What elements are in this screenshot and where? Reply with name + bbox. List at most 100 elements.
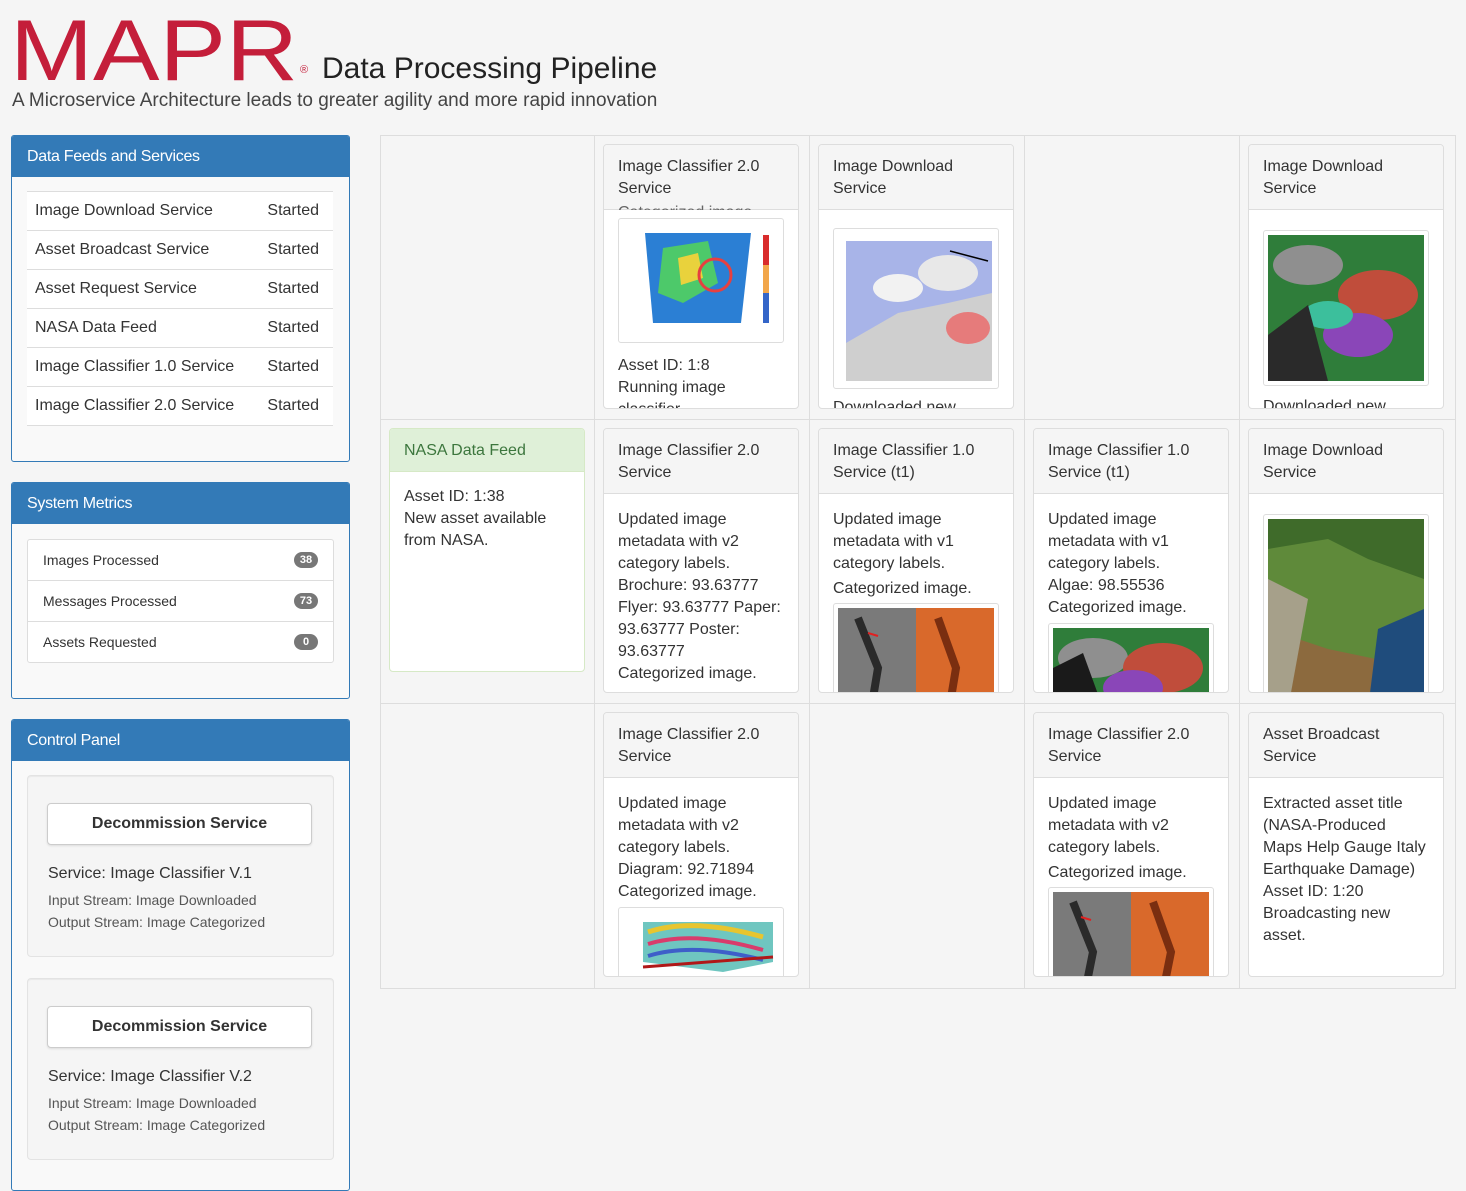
- table-row: NASA Data Feed Started: [27, 308, 333, 348]
- service-name: Image Classifier 1.0 Service: [27, 347, 256, 387]
- grid-divider: [381, 419, 1455, 420]
- feeds-panel: Data Feeds and Services Image Download S…: [11, 135, 350, 462]
- event-card-text: Updated image metadata with v2 category …: [618, 511, 739, 572]
- event-card-text: Updated image metadata with v1 category …: [1048, 511, 1169, 572]
- metric-label: Assets Requested: [43, 634, 157, 650]
- event-card-text: Brochure: 93.63777 Flyer: 93.63777 Paper…: [618, 577, 781, 660]
- service-control-well: Decommission Service Service: Image Clas…: [27, 775, 334, 957]
- metric-images-processed: Images Processed 38: [28, 540, 333, 580]
- service-status: Started: [255, 308, 333, 348]
- event-card-text: Broadcasting new asset.: [1263, 905, 1391, 944]
- event-card-title: Image Classifier 1.0 Service (t1): [1034, 429, 1228, 494]
- radar-thumbnail: [833, 603, 999, 692]
- metric-label: Messages Processed: [43, 593, 177, 609]
- metric-badge: 38: [294, 552, 318, 568]
- event-card[interactable]: Image Classifier 1.0 Service (t1) Update…: [1033, 428, 1229, 693]
- event-card-title: Image Download Service: [1249, 145, 1443, 210]
- satellite-thumbnail: [833, 228, 999, 389]
- terrain-thumbnail: [1048, 623, 1214, 692]
- event-card-text: Downloaded new: [1263, 398, 1386, 409]
- service-status: Started: [255, 386, 333, 426]
- map-thumbnail: [618, 218, 784, 343]
- page-tagline: A Microservice Architecture leads to gre…: [12, 90, 658, 111]
- logo-text: MAPR: [10, 14, 298, 84]
- metric-badge: 73: [294, 593, 318, 609]
- table-row: Asset Request Service Started: [27, 269, 333, 309]
- event-card[interactable]: NASA Data Feed Asset ID: 1:38 New asset …: [389, 428, 585, 672]
- event-card[interactable]: Image Classifier 1.0 Service (t1) Update…: [818, 428, 1014, 693]
- event-card-text: Asset ID: 1:38: [404, 488, 505, 505]
- event-card-title: Image Classifier 1.0 Service (t1): [819, 429, 1013, 494]
- radar-thumbnail: [1048, 887, 1214, 976]
- event-card-title: Image Download Service: [1249, 429, 1443, 494]
- pipeline-grid: Image Classifier 2.0 Service Categorized…: [380, 135, 1456, 989]
- event-card-text: Diagram: 92.71894: [618, 861, 755, 878]
- service-name: Asset Request Service: [27, 269, 256, 309]
- mapr-logo: MAPR: [10, 14, 300, 84]
- services-table: Image Download Service Started Asset Broa…: [27, 191, 333, 426]
- event-card[interactable]: Asset Broadcast Service Extracted asset …: [1248, 712, 1444, 977]
- event-card-text: Updated image metadata with v1 category …: [833, 511, 954, 572]
- event-card[interactable]: Image Classifier 2.0 Service Updated ima…: [603, 712, 799, 977]
- feeds-panel-heading: Data Feeds and Services: [12, 136, 349, 177]
- event-card-title: Image Classifier 2.0 Service: [604, 713, 798, 778]
- table-row: Image Download Service Started: [27, 191, 333, 231]
- event-card-text: Updated image metadata with v2 category …: [618, 795, 739, 856]
- terrain-thumbnail: [1263, 230, 1429, 386]
- event-card-text: Categorized image.: [618, 665, 757, 682]
- table-row: Image Classifier 1.0 Service Started: [27, 347, 333, 387]
- event-card[interactable]: Image Classifier 2.0 Service Updated ima…: [1033, 712, 1229, 977]
- output-stream-label: Output Stream: Image Categorized: [48, 914, 266, 930]
- grid-divider: [1239, 136, 1240, 988]
- event-card-text: Algae: 98.55536: [1048, 577, 1165, 594]
- event-card[interactable]: Image Download Service Downloaded new: [1248, 144, 1444, 409]
- page-title: Data Processing Pipeline: [322, 52, 658, 85]
- event-card-title: Asset Broadcast Service: [1249, 713, 1443, 778]
- service-name: Image Classifier 2.0 Service: [27, 386, 256, 426]
- grid-divider: [381, 703, 1455, 704]
- metrics-panel-heading: System Metrics: [12, 483, 349, 524]
- metrics-list: Images Processed 38 Messages Processed 73 …: [27, 539, 334, 663]
- event-card-text: Running image: [618, 379, 726, 396]
- input-stream-label: Input Stream: Image Downloaded: [48, 1095, 257, 1111]
- registered-mark: ®: [300, 64, 309, 76]
- event-card-text: Categorized image.: [618, 883, 757, 900]
- event-card[interactable]: Image Download Service Downloaded new: [818, 144, 1014, 409]
- event-card[interactable]: Image Classifier 2.0 Service Categorized…: [603, 144, 799, 409]
- event-card-text: Categorized image.: [833, 580, 972, 597]
- metric-label: Images Processed: [43, 552, 159, 568]
- output-stream-label: Output Stream: Image Categorized: [48, 1117, 266, 1133]
- event-card-text: Categorized image.: [1048, 599, 1187, 616]
- event-card[interactable]: Image Download Service: [1248, 428, 1444, 693]
- event-card-text: Asset ID: 1:8: [618, 357, 710, 374]
- service-label: Service: Image Classifier V.1: [48, 865, 252, 882]
- event-card-text: Extracted asset title (NASA-Produced Map…: [1263, 795, 1426, 878]
- decommission-button[interactable]: Decommission Service: [47, 803, 312, 845]
- interferogram-thumbnail: [618, 907, 784, 976]
- event-card-text: Downloaded new: [833, 399, 956, 409]
- metrics-panel: System Metrics Images Processed 38 Messag…: [11, 482, 350, 699]
- decommission-button[interactable]: Decommission Service: [47, 1006, 312, 1048]
- grid-divider: [594, 136, 595, 988]
- service-label: Service: Image Classifier V.2: [48, 1068, 252, 1085]
- event-card[interactable]: Image Classifier 2.0 Service Updated ima…: [603, 428, 799, 693]
- event-card-title: Image Classifier 2.0 Service: [604, 429, 798, 494]
- grid-divider: [809, 136, 810, 988]
- control-panel-heading: Control Panel: [12, 720, 349, 761]
- service-status: Started: [255, 191, 333, 231]
- landscape-thumbnail: [1263, 514, 1429, 692]
- service-control-well: Decommission Service Service: Image Clas…: [27, 978, 334, 1160]
- event-card-text: Categorized image.: [1048, 864, 1187, 881]
- control-panel: Control Panel Decommission Service Servi…: [11, 719, 350, 1191]
- table-row: Image Classifier 2.0 Service Started: [27, 386, 333, 426]
- event-card-text: classifier: [618, 399, 784, 408]
- metric-badge: 0: [294, 634, 318, 650]
- service-status: Started: [255, 347, 333, 387]
- event-card-partial-text: Categorized image.: [618, 202, 784, 210]
- service-status: Started: [255, 230, 333, 270]
- service-name: NASA Data Feed: [27, 308, 256, 348]
- event-card-text: New asset available from NASA.: [404, 510, 547, 549]
- metric-assets-requested: Assets Requested 0: [28, 621, 333, 662]
- service-status: Started: [255, 269, 333, 309]
- table-row: Asset Broadcast Service Started: [27, 230, 333, 270]
